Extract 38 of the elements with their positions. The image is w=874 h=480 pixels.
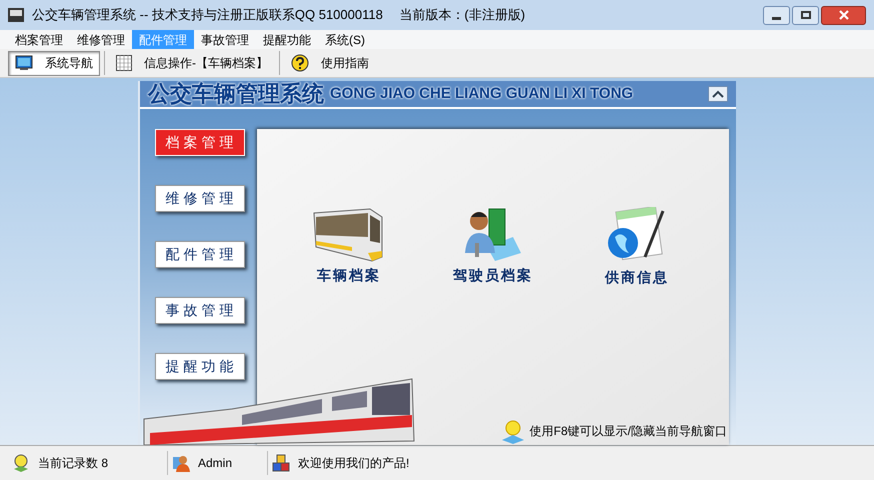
- window-title: 公交车辆管理系统 -- 技术支持与注册正版联系QQ 510000118 当前版本：(非注册版): [32, 6, 526, 24]
- hint-text: 使用F8键可以显示/隐藏当前导航窗口: [530, 423, 727, 440]
- toolbar-button[interactable]: 系统导航: [8, 50, 100, 76]
- chevron-up-icon: [712, 90, 724, 98]
- nav-button[interactable]: 事 故 管 理: [154, 297, 244, 324]
- module-button[interactable]: 供商信息: [577, 207, 697, 288]
- lightbulb-icon: [12, 454, 30, 472]
- person-with-books-icon: [463, 207, 523, 263]
- status-text: Admin: [198, 455, 232, 472]
- user-icon: [172, 454, 190, 472]
- menu-item[interactable]: 系统(S): [318, 30, 372, 49]
- module-button[interactable]: 驾驶员档案: [433, 207, 553, 288]
- nav-button[interactable]: 档 案 管 理: [154, 129, 244, 156]
- menu-item[interactable]: 提醒功能: [256, 30, 318, 49]
- monitor-icon: [15, 55, 33, 71]
- nav-button[interactable]: 维 修 管 理: [154, 185, 244, 212]
- status-text: 欢迎使用我们的产品!: [298, 455, 410, 472]
- maximize-button[interactable]: [792, 6, 819, 24]
- minimize-button[interactable]: [763, 6, 790, 24]
- toolbar-button[interactable]: 信息操作-【车辆档案】: [109, 50, 275, 76]
- module-button[interactable]: 车辆档案: [289, 207, 409, 288]
- menu-item[interactable]: 档案管理: [8, 30, 70, 49]
- banner-subtitle: GONG JIAO CHE LIANG GUAN LI XI TONG: [330, 84, 634, 104]
- banner-title: 公交车辆管理系统: [148, 83, 324, 105]
- menu-item[interactable]: 维修管理: [70, 30, 132, 49]
- toolbar-button[interactable]: 使用指南: [284, 50, 376, 76]
- lightbulb-icon: [500, 418, 526, 444]
- close-button[interactable]: [821, 6, 866, 24]
- app-icon: [8, 8, 24, 22]
- collapse-button[interactable]: [708, 86, 728, 102]
- status-text: 当前记录数 8: [38, 455, 108, 472]
- grid-icon: [116, 55, 132, 71]
- nav-button[interactable]: 配 件 管 理: [154, 241, 244, 268]
- cubes-icon: [272, 454, 290, 472]
- nav-button[interactable]: 提 醒 功 能: [154, 353, 244, 380]
- menu-item[interactable]: 事故管理: [194, 30, 256, 49]
- close-icon: [838, 10, 848, 20]
- help-icon: [291, 54, 309, 72]
